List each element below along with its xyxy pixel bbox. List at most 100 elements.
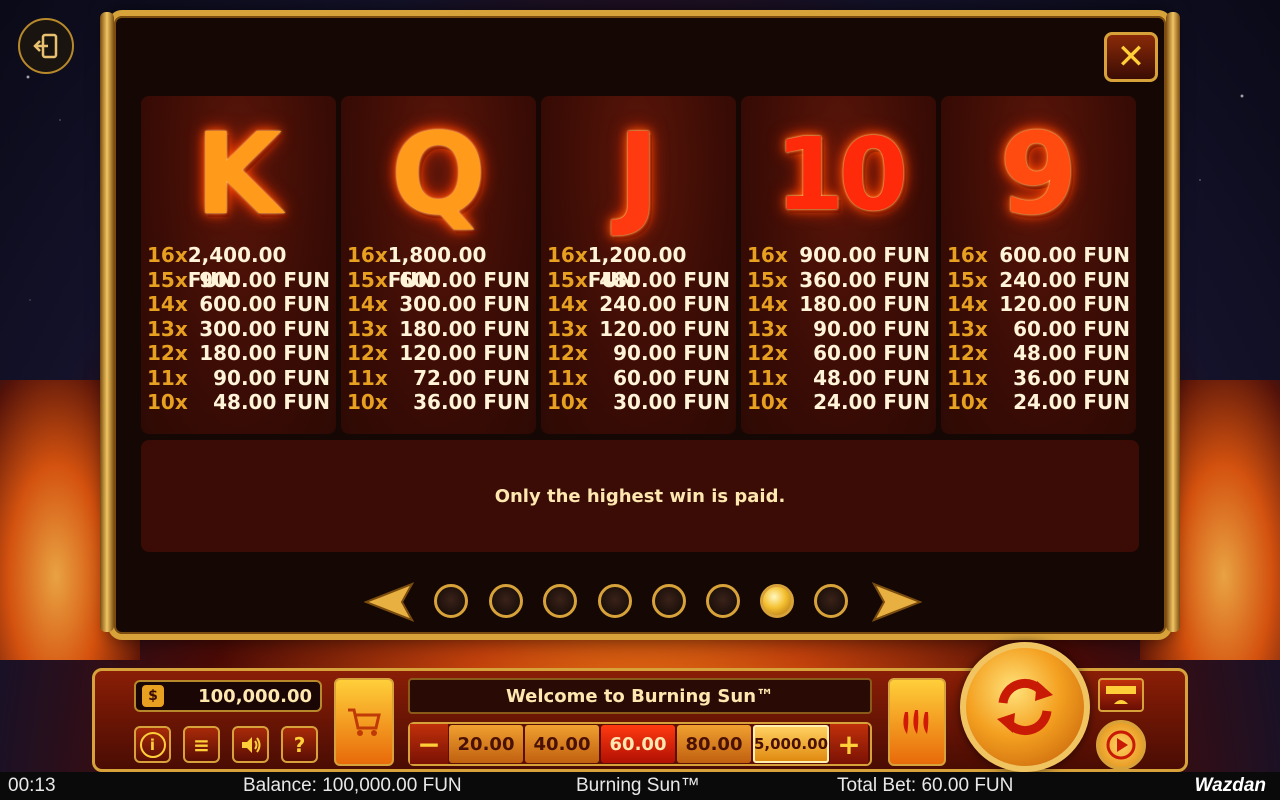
pay-multiplier: 14x	[547, 292, 588, 316]
pay-amount: 24.00 FUN	[1013, 390, 1130, 414]
pay-row: 14x 120.00 FUN	[947, 292, 1130, 317]
page-dot-2[interactable]	[489, 584, 523, 618]
pay-row: 10x 24.00 FUN	[747, 390, 930, 415]
paytable-modal: ✕ K 16x 2,400.00 FUN 15x 900.00 FUN 14x 600…	[100, 10, 1180, 640]
page-dot-8[interactable]	[814, 584, 848, 618]
menu-button[interactable]: ≡	[183, 726, 220, 763]
pay-amount: 36.00 FUN	[413, 390, 530, 414]
pepper-icon	[903, 710, 929, 734]
paytable-panel-q: Q 16x 1,800.00 FUN 15x 600.00 FUN 14x 300.0…	[341, 96, 536, 434]
turbo-icon	[1106, 686, 1136, 704]
turbo-button[interactable]	[1098, 678, 1144, 712]
autoplay-button[interactable]	[1096, 720, 1146, 770]
pay-row: 13x 180.00 FUN	[347, 317, 530, 342]
bet-option[interactable]: 40.00	[525, 725, 599, 763]
pay-row: 15x 900.00 FUN	[147, 268, 330, 293]
pay-amount: 30.00 FUN	[613, 390, 730, 414]
help-button[interactable]: ?	[281, 726, 318, 763]
pay-amount: 360.00 FUN	[799, 267, 930, 292]
pay-amount: 300.00 FUN	[199, 316, 330, 341]
info-icon: i	[139, 731, 166, 758]
pay-row: 10x 36.00 FUN	[347, 390, 530, 415]
pay-multiplier: 11x	[547, 365, 588, 390]
pay-row: 13x 60.00 FUN	[947, 317, 1130, 342]
pay-amount: 600.00 FUN	[999, 243, 1130, 267]
pay-multiplier: 15x	[147, 267, 188, 292]
bet-decrease-button[interactable]: −	[410, 724, 448, 764]
pay-row: 16x 2,400.00 FUN	[147, 243, 330, 292]
pay-amount: 180.00 FUN	[399, 316, 530, 341]
buy-feature-button[interactable]	[334, 678, 394, 766]
paytable-panel-9: 9 16x 600.00 FUN 15x 240.00 FUN 14x 120.00 …	[941, 96, 1136, 434]
close-button[interactable]: ✕	[1104, 32, 1158, 82]
page-dot-1[interactable]	[434, 584, 468, 618]
pay-amount: 60.00 FUN	[813, 341, 930, 365]
pay-amount: 300.00 FUN	[399, 292, 530, 316]
bet-option[interactable]: 80.00	[677, 725, 751, 763]
pay-list: 16x 600.00 FUN 15x 240.00 FUN 14x 120.00 FU…	[947, 243, 1130, 415]
page-dot-5[interactable]	[652, 584, 686, 618]
pay-multiplier: 12x	[947, 341, 988, 365]
pay-amount: 1,200.00 FUN	[587, 243, 687, 292]
pay-row: 16x 1,800.00 FUN	[347, 243, 530, 292]
spin-icon	[997, 679, 1053, 735]
message-display: Welcome to Burning Sun™	[408, 678, 872, 714]
pay-row: 12x 60.00 FUN	[747, 341, 930, 366]
pay-row: 16x 600.00 FUN	[947, 243, 1130, 268]
page-dot-4[interactable]	[598, 584, 632, 618]
paytable-panel-k: K 16x 2,400.00 FUN 15x 900.00 FUN 14x 600.0…	[141, 96, 336, 434]
pay-multiplier: 15x	[747, 267, 788, 292]
pay-multiplier: 11x	[747, 365, 788, 390]
pay-amount: 240.00 FUN	[999, 267, 1130, 292]
pay-multiplier: 15x	[547, 267, 588, 292]
wazdan-logo: Wazdan	[1194, 775, 1266, 796]
pay-multiplier: 13x	[547, 316, 588, 341]
paytable-panel-j: J 16x 1,200.00 FUN 15x 480.00 FUN 14x 240.0…	[541, 96, 736, 434]
money-bag-icon: $	[142, 685, 164, 707]
bet-option-max[interactable]: 5,000.00	[753, 725, 829, 763]
pay-multiplier: 11x	[147, 365, 188, 390]
pay-row: 13x 120.00 FUN	[547, 317, 730, 342]
page-dot-6[interactable]	[706, 584, 740, 618]
gamble-mode-button[interactable]	[888, 678, 946, 766]
menu-icon: ≡	[193, 732, 210, 757]
pay-multiplier: 10x	[147, 390, 188, 414]
pay-amount: 36.00 FUN	[1013, 365, 1130, 390]
pay-amount: 48.00 FUN	[213, 390, 330, 414]
right-arrow-icon[interactable]	[872, 582, 922, 622]
pay-row: 16x 900.00 FUN	[747, 243, 930, 268]
symbol-q: Q	[390, 110, 487, 240]
pay-amount: 90.00 FUN	[213, 365, 330, 390]
game-control-bar: $ 100,000.00 i ≡ ? Welcome to Burning Su…	[92, 642, 1188, 772]
symbol-j: J	[617, 110, 660, 240]
pay-amount: 900.00 FUN	[199, 267, 330, 292]
pay-row: 15x 600.00 FUN	[347, 268, 530, 293]
balance-value: 100,000.00	[198, 685, 312, 707]
page-pagination	[364, 582, 924, 626]
pay-multiplier: 10x	[547, 390, 588, 414]
pay-multiplier: 10x	[347, 390, 388, 414]
cart-icon	[348, 708, 381, 736]
status-total-bet: Total Bet: 60.00 FUN	[837, 775, 1014, 796]
exit-button[interactable]	[18, 18, 74, 74]
spin-button[interactable]	[960, 642, 1090, 772]
pay-amount: 48.00 FUN	[813, 365, 930, 390]
pay-amount: 180.00 FUN	[199, 341, 330, 365]
pay-multiplier: 12x	[147, 341, 188, 365]
page-dot-7-active[interactable]	[760, 584, 794, 618]
pay-row: 11x 48.00 FUN	[747, 366, 930, 391]
pay-multiplier: 13x	[947, 316, 988, 341]
status-game-title: Burning Sun™	[576, 775, 700, 796]
pay-row: 10x 48.00 FUN	[147, 390, 330, 415]
sound-button[interactable]	[232, 726, 269, 763]
info-button[interactable]: i	[134, 726, 171, 763]
pay-row: 10x 24.00 FUN	[947, 390, 1130, 415]
pay-multiplier: 10x	[747, 390, 788, 414]
pay-row: 15x 480.00 FUN	[547, 268, 730, 293]
page-dot-3[interactable]	[543, 584, 577, 618]
bet-increase-button[interactable]: +	[830, 724, 868, 764]
left-arrow-icon[interactable]	[364, 582, 414, 622]
pay-amount: 120.00 FUN	[999, 292, 1130, 316]
bet-option-selected[interactable]: 60.00	[601, 725, 675, 763]
bet-option[interactable]: 20.00	[449, 725, 523, 763]
